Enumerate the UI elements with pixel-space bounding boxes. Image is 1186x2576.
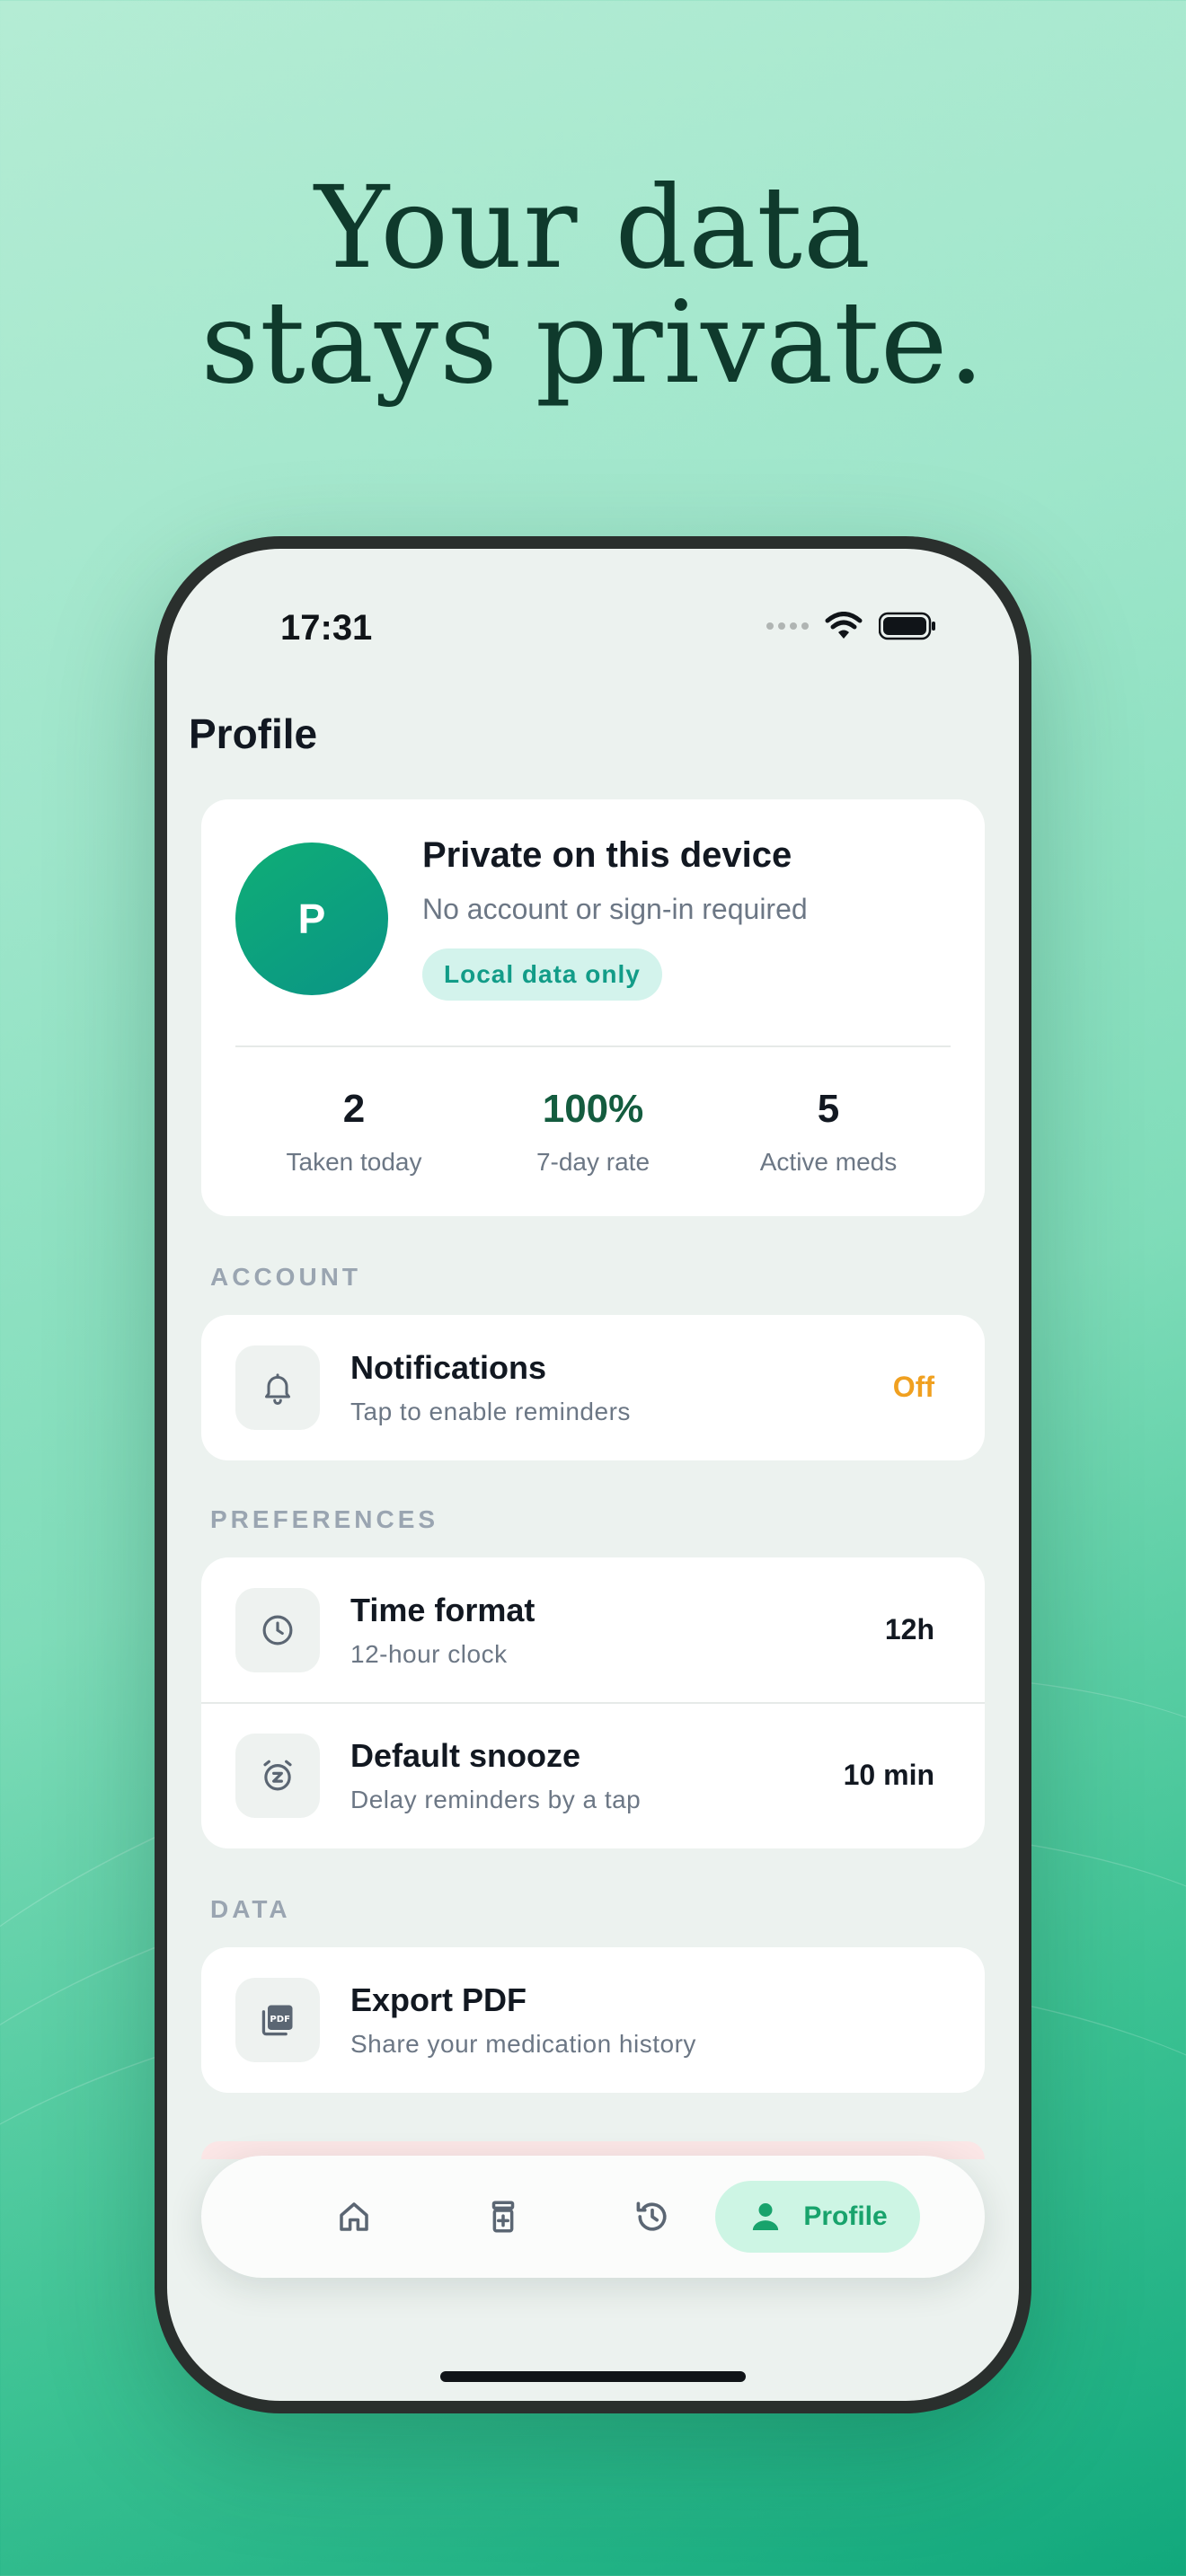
stat-7-day-rate: 100% 7-day rate: [476, 1087, 710, 1177]
tab-bar: Profile: [201, 2156, 985, 2278]
profile-divider: [235, 1045, 951, 1047]
local-data-badge: Local data only: [422, 948, 662, 1001]
stat-value: 100%: [542, 1087, 644, 1131]
pdf-icon-label: PDF: [270, 2015, 290, 2025]
headline-line-1: Your data: [314, 162, 872, 294]
stat-value: 5: [817, 1087, 840, 1131]
stat-label: Taken today: [286, 1148, 422, 1176]
notifications-row[interactable]: Notifications Tap to enable reminders Of…: [201, 1315, 985, 1460]
wifi-icon: [825, 612, 863, 639]
row-subtitle: Delay reminders by a tap: [350, 1786, 642, 1813]
snooze-alarm-icon: [235, 1734, 320, 1818]
stat-value: 2: [342, 1087, 366, 1131]
row-subtitle: Tap to enable reminders: [350, 1398, 631, 1425]
stat-label: 7-day rate: [535, 1148, 651, 1176]
row-title: Export PDF: [350, 1981, 527, 2018]
pdf-icon: PDF: [235, 1978, 320, 2062]
avatar: P: [235, 842, 388, 995]
section-label-account: ACCOUNT: [210, 1263, 361, 1291]
profile-subtitle: No account or sign-in required: [422, 893, 808, 925]
time-format-row[interactable]: Time format 12-hour clock 12h: [201, 1557, 985, 1703]
account-card: Notifications Tap to enable reminders Of…: [201, 1315, 985, 1460]
default-snooze-row[interactable]: Default snooze Delay reminders by a tap …: [201, 1703, 985, 1848]
row-title: Notifications: [350, 1349, 547, 1386]
preferences-card: Time format 12-hour clock 12h Default sn…: [201, 1557, 985, 1848]
history-icon: [636, 2201, 667, 2231]
row-subtitle: 12-hour clock: [350, 1640, 508, 1668]
cellular-signal-icon: [766, 622, 809, 630]
status-time: 17:31: [280, 608, 373, 648]
tab-medications[interactable]: [467, 2181, 539, 2253]
marketing-headline: Your data stays private.: [0, 171, 1186, 401]
row-subtitle: Share your medication history: [350, 2030, 696, 2058]
stat-taken-today: 2 Taken today: [237, 1087, 471, 1177]
section-label-preferences: PREFERENCES: [210, 1505, 439, 1533]
status-icons: [766, 612, 936, 640]
default-snooze-value: 10 min: [843, 1759, 934, 1791]
pill-bottle-icon: [491, 2201, 515, 2233]
page-title: Profile: [189, 710, 318, 757]
stat-active-meds: 5 Active meds: [712, 1087, 945, 1177]
data-card: PDF Export PDF Share your medication his…: [201, 1947, 985, 2093]
row-title: Default snooze: [350, 1737, 581, 1774]
time-format-value: 12h: [884, 1613, 934, 1645]
tab-home[interactable]: [318, 2181, 390, 2253]
battery-icon: [879, 612, 935, 640]
person-icon: [753, 2203, 779, 2230]
tab-profile-label: Profile: [803, 2201, 888, 2231]
profile-card: P Private on this device No account or s…: [201, 799, 985, 1216]
home-icon: [340, 2202, 368, 2231]
headline-line-2: stays private.: [200, 277, 986, 409]
profile-title: Private on this device: [422, 835, 792, 875]
home-indicator: [440, 2371, 746, 2382]
notifications-status: Off: [892, 1371, 934, 1403]
tab-profile[interactable]: Profile: [715, 2181, 920, 2253]
tab-history[interactable]: [616, 2181, 688, 2253]
stat-label: Active meds: [759, 1148, 898, 1176]
row-title: Time format: [350, 1592, 535, 1628]
clock-icon: [235, 1588, 320, 1672]
section-label-data: DATA: [210, 1895, 291, 1923]
status-bar: 17:31: [167, 606, 1019, 651]
bell-icon: [235, 1345, 320, 1430]
export-pdf-row[interactable]: PDF Export PDF Share your medication his…: [201, 1947, 985, 2093]
